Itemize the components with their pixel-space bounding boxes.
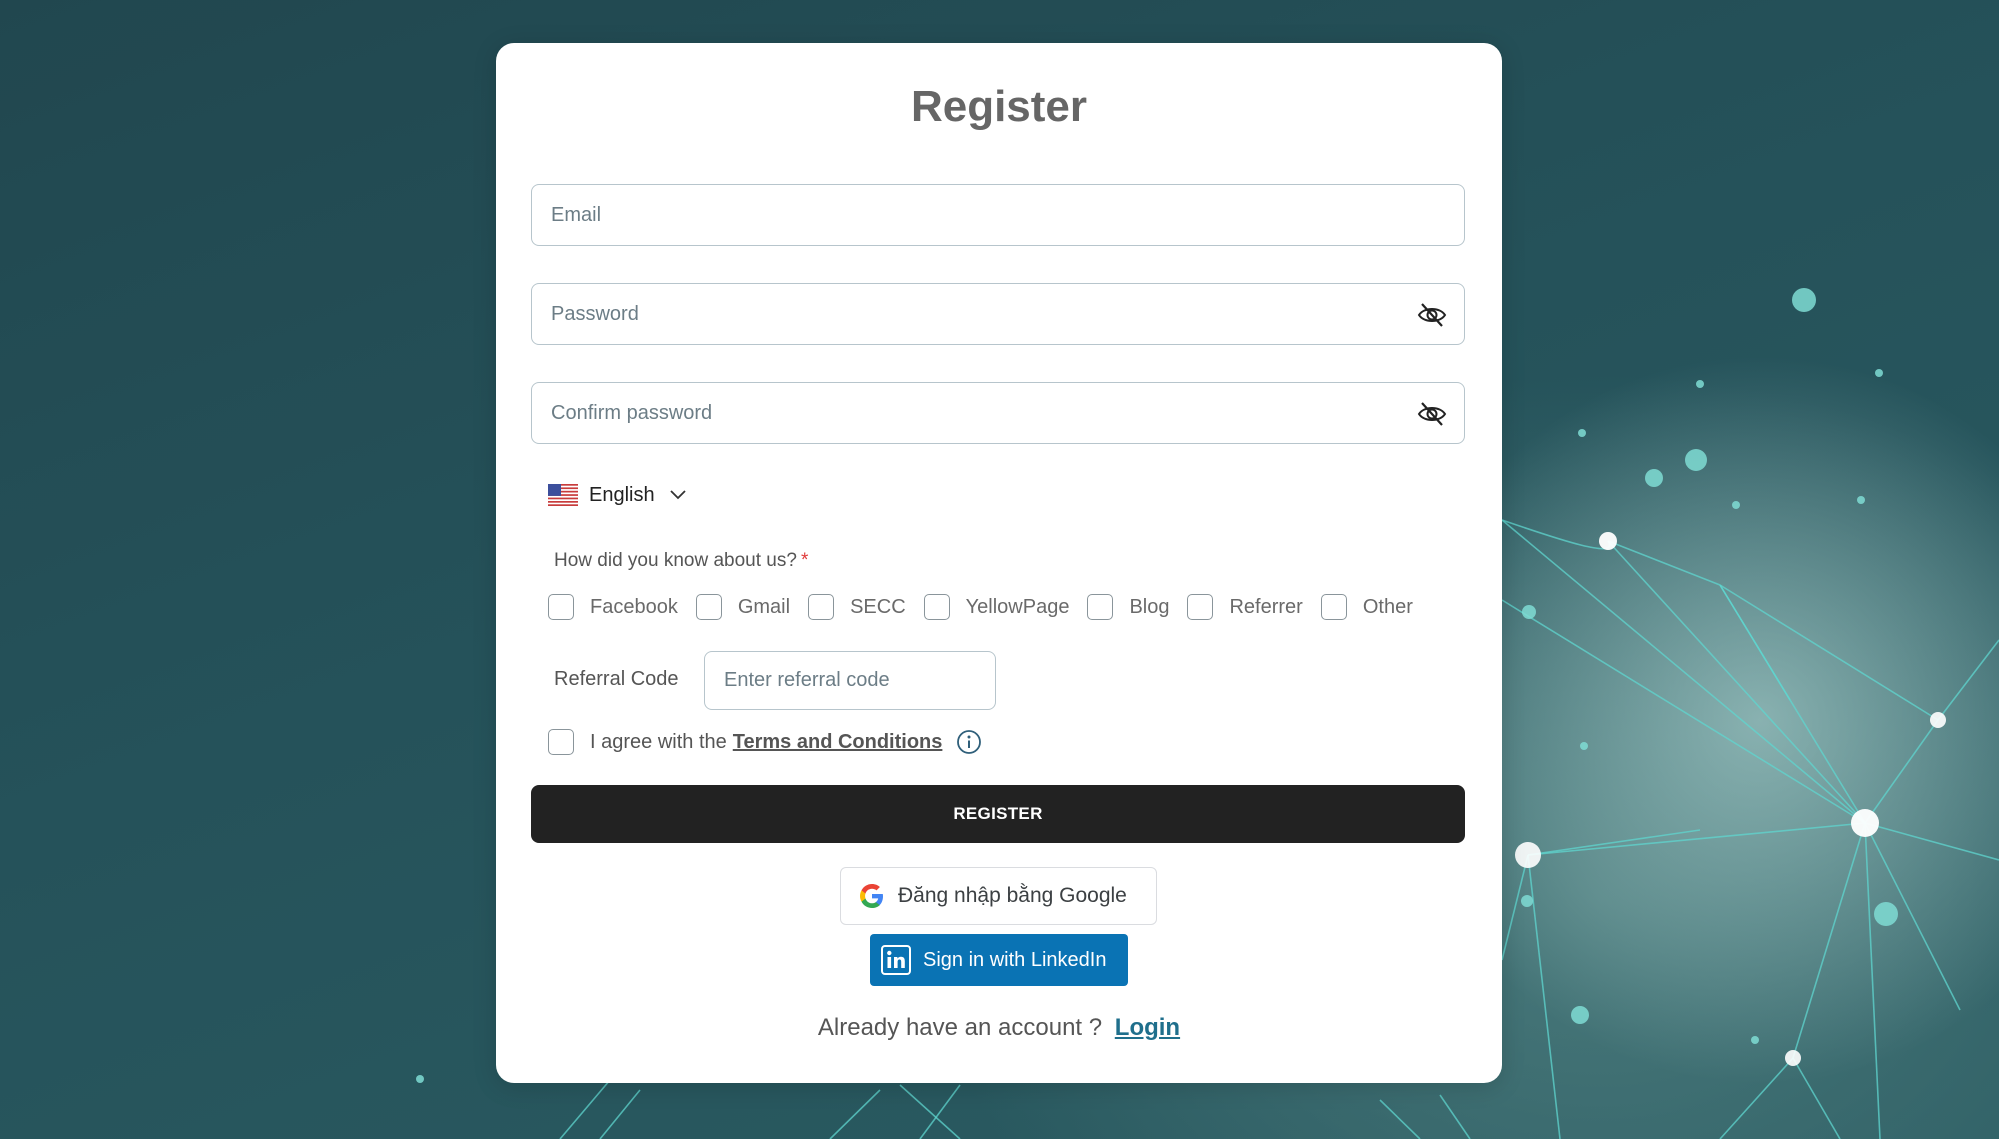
linkedin-signin-button[interactable]: Sign in with LinkedIn [870, 934, 1128, 986]
checkbox[interactable] [1320, 594, 1347, 620]
checkbox[interactable] [1087, 594, 1114, 620]
checkbox[interactable] [923, 594, 950, 620]
source-option-facebook[interactable]: Facebook [548, 594, 678, 620]
checkbox[interactable] [548, 594, 574, 620]
eye-off-icon[interactable] [1416, 301, 1448, 329]
google-logo-icon [860, 884, 883, 908]
checkbox[interactable] [1187, 594, 1214, 620]
google-signin-label: Đăng nhập bằng Google [898, 884, 1127, 907]
agree-text: I agree with the [590, 730, 727, 753]
source-label: YellowPage [965, 595, 1070, 618]
terms-link[interactable]: Terms and Conditions [733, 731, 943, 754]
referral-code-field-wrapper [704, 651, 996, 710]
source-option-secc[interactable]: SECC [808, 594, 906, 620]
login-link[interactable]: Login [1115, 1014, 1180, 1041]
login-prompt-text: Already have an account ? [817, 1014, 1103, 1041]
source-option-gmail[interactable]: Gmail [695, 594, 791, 620]
us-flag-icon [548, 484, 578, 506]
source-label: Gmail [737, 595, 791, 618]
source-option-other[interactable]: Other [1320, 594, 1413, 620]
source-label: Blog [1129, 595, 1170, 618]
password-field[interactable] [532, 284, 1464, 344]
source-option-yellowpage[interactable]: YellowPage [923, 594, 1070, 620]
source-label: Facebook [590, 595, 678, 618]
info-icon[interactable] [956, 729, 982, 755]
source-question-label: How did you know about us? [554, 550, 797, 571]
google-signin-button[interactable]: Đăng nhập bằng Google [840, 867, 1157, 925]
source-label: Other [1362, 595, 1413, 618]
language-label: English [589, 483, 655, 506]
email-field-wrapper [531, 184, 1465, 246]
confirm-password-field-wrapper [531, 382, 1465, 444]
source-question: How did you know about us? * [554, 550, 808, 572]
required-mark: * [800, 550, 809, 571]
register-card: Register Email English How did you know … [496, 43, 1502, 1083]
language-selector[interactable]: English [548, 480, 687, 510]
source-label: Referrer [1229, 595, 1303, 618]
login-prompt: Already have an account ? Login [496, 1014, 1502, 1042]
referral-code-label: Referral Code [554, 668, 679, 690]
source-label: SECC [850, 595, 906, 618]
password-field-wrapper [531, 283, 1465, 345]
linkedin-logo-icon [881, 945, 911, 975]
source-options: Facebook Gmail SECC YellowPage Blog Refe… [548, 592, 1431, 622]
source-option-blog[interactable]: Blog [1087, 594, 1169, 620]
checkbox[interactable] [808, 594, 835, 620]
referral-code-input[interactable] [705, 652, 995, 709]
source-option-referrer[interactable]: Referrer [1187, 594, 1303, 620]
terms-checkbox[interactable] [548, 729, 574, 755]
page-title: Register [910, 82, 1088, 131]
eye-off-icon[interactable] [1416, 400, 1448, 428]
register-button[interactable]: REGISTER [531, 785, 1465, 843]
confirm-password-field[interactable] [532, 383, 1464, 443]
terms-agreement: I agree with the Terms and Conditions [548, 727, 982, 757]
email-field[interactable] [532, 185, 1464, 245]
checkbox[interactable] [695, 594, 722, 620]
chevron-down-icon [669, 490, 686, 500]
linkedin-signin-label: Sign in with LinkedIn [923, 948, 1107, 971]
